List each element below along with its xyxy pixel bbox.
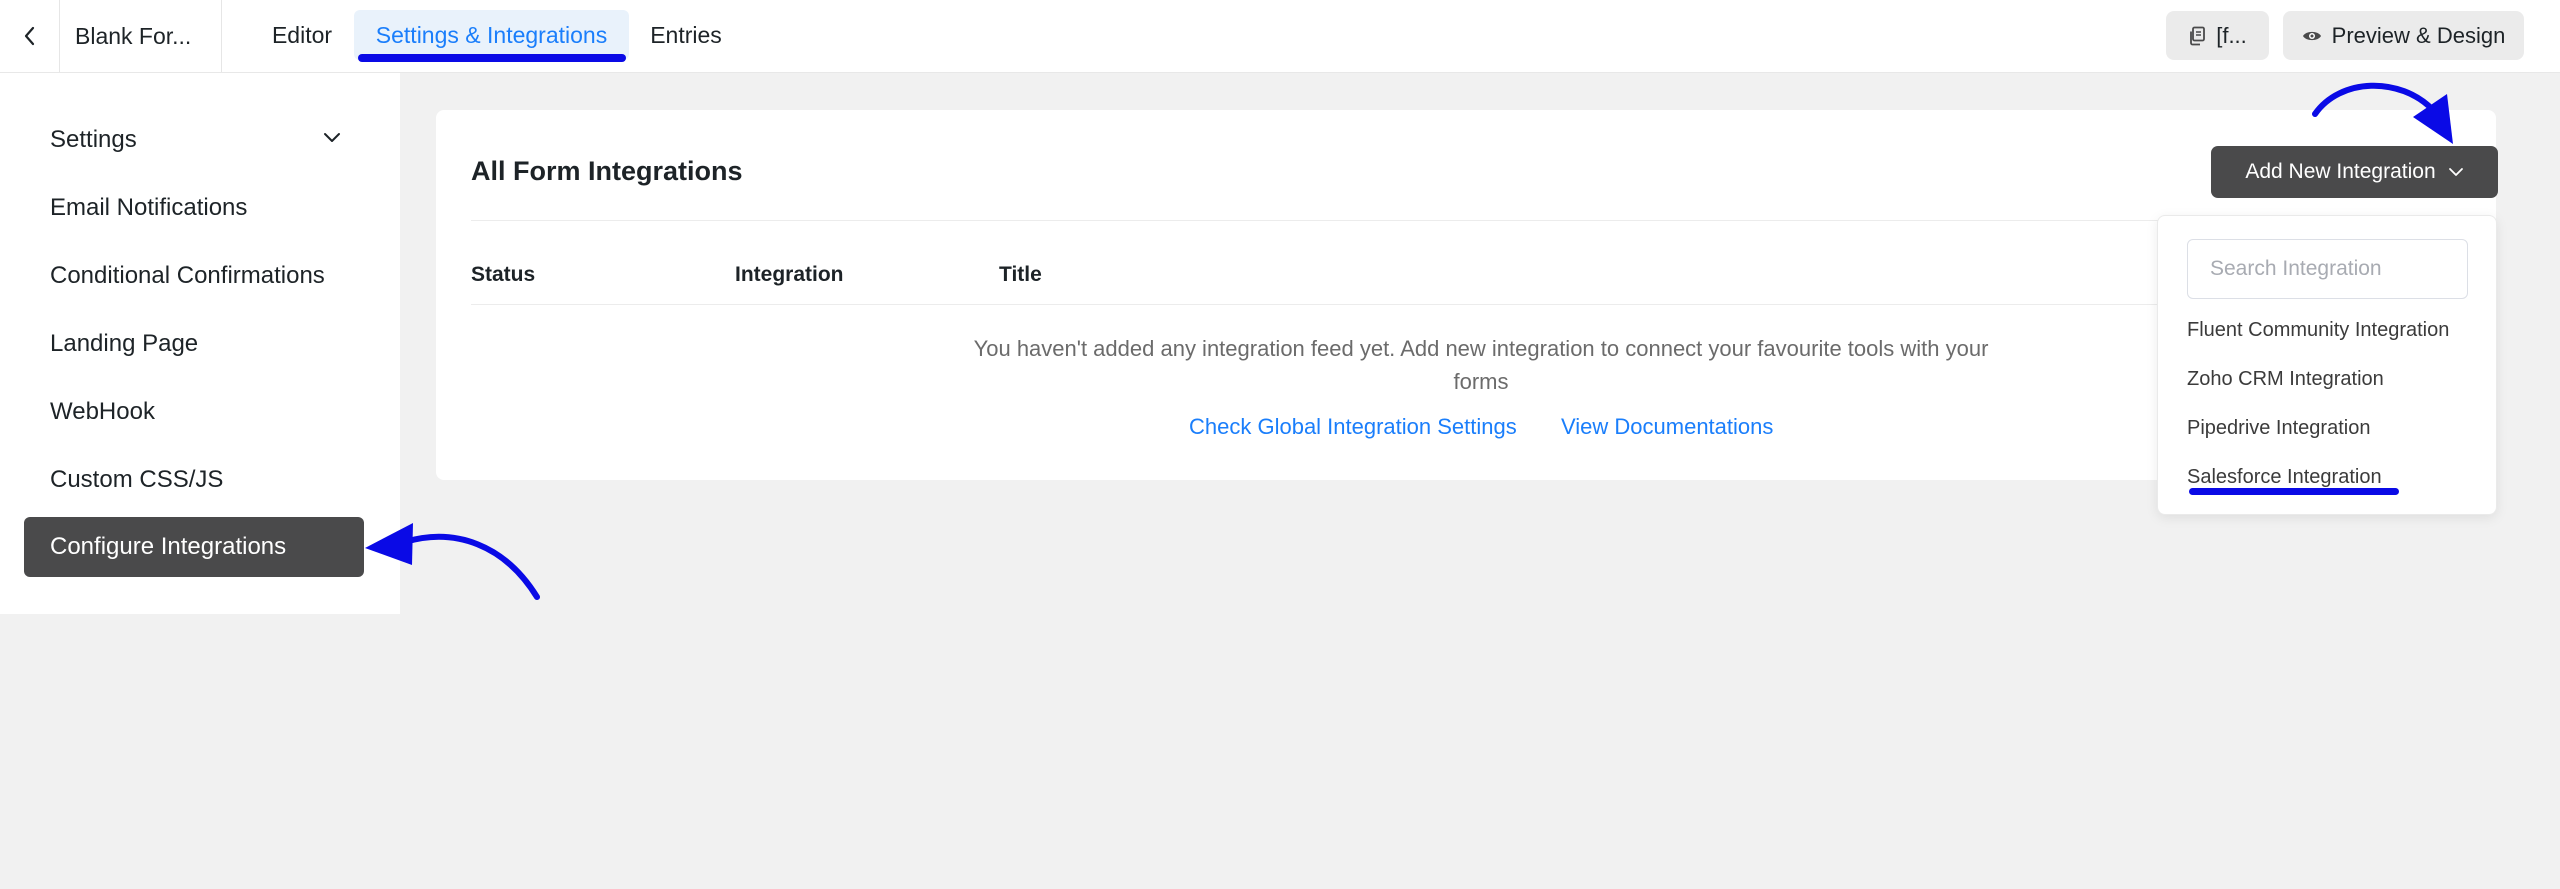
column-header-title: Title bbox=[999, 263, 1042, 286]
chevron-left-icon bbox=[24, 26, 34, 46]
salesforce-underline-annotation bbox=[2189, 488, 2399, 495]
copy-icon bbox=[2190, 26, 2206, 45]
tab-settings-integrations[interactable]: Settings & Integrations bbox=[354, 10, 629, 60]
page-title: All Form Integrations bbox=[471, 156, 743, 186]
sidebar-item-email-notifications[interactable]: Email Notifications bbox=[24, 178, 364, 238]
shortcode-button[interactable]: [f... bbox=[2166, 11, 2269, 60]
chevron-down-icon bbox=[324, 133, 340, 142]
dropdown-item-fluent-community[interactable]: Fluent Community Integration bbox=[2187, 319, 2449, 342]
shortcode-label: [f... bbox=[2216, 22, 2247, 48]
add-new-integration-label: Add New Integration bbox=[2245, 160, 2436, 183]
add-new-integration-button[interactable]: Add New Integration bbox=[2211, 146, 2498, 198]
search-integration-input[interactable] bbox=[2187, 239, 2468, 299]
top-bar: Blank For... Editor Settings & Integrati… bbox=[0, 0, 2560, 73]
integration-dropdown: Fluent Community Integration Zoho CRM In… bbox=[2157, 215, 2497, 515]
annotation-arrow-down-icon bbox=[2312, 82, 2453, 144]
sidebar-item-label: Settings bbox=[50, 126, 137, 153]
preview-design-button[interactable]: Preview & Design bbox=[2283, 11, 2524, 60]
tab-underline-annotation bbox=[358, 54, 626, 62]
sidebar-item-configure-integrations[interactable]: Configure Integrations bbox=[24, 517, 364, 577]
eye-icon bbox=[2302, 31, 2321, 40]
back-button[interactable] bbox=[0, 0, 60, 72]
sidebar-item-landing-page[interactable]: Landing Page bbox=[24, 314, 364, 374]
dropdown-item-salesforce[interactable]: Salesforce Integration bbox=[2187, 466, 2382, 489]
chevron-down-icon bbox=[2448, 168, 2463, 176]
tab-editor[interactable]: Editor bbox=[252, 10, 352, 60]
preview-label: Preview & Design bbox=[2331, 22, 2506, 48]
empty-state-message: You haven't added any integration feed y… bbox=[973, 336, 1989, 394]
annotation-arrow-left-icon bbox=[365, 523, 540, 600]
dropdown-item-zoho-crm[interactable]: Zoho CRM Integration bbox=[2187, 368, 2384, 391]
column-header-status: Status bbox=[471, 263, 536, 286]
tab-entries[interactable]: Entries bbox=[632, 10, 740, 60]
settings-sidebar: Settings Email Notifications Conditional… bbox=[0, 73, 400, 614]
sidebar-item-webhook[interactable]: WebHook bbox=[24, 382, 364, 442]
sidebar-item-settings[interactable]: Settings bbox=[24, 110, 364, 170]
sidebar-item-custom-css-js[interactable]: Custom CSS/JS bbox=[24, 450, 364, 510]
view-documentations-link[interactable]: View Documentations bbox=[1561, 414, 1773, 440]
check-global-settings-link[interactable]: Check Global Integration Settings bbox=[1189, 414, 1517, 440]
dropdown-item-pipedrive[interactable]: Pipedrive Integration bbox=[2187, 417, 2370, 440]
column-header-integration: Integration bbox=[735, 263, 844, 286]
form-name[interactable]: Blank For... bbox=[60, 0, 222, 72]
sidebar-item-conditional-confirmations[interactable]: Conditional Confirmations bbox=[24, 246, 364, 306]
